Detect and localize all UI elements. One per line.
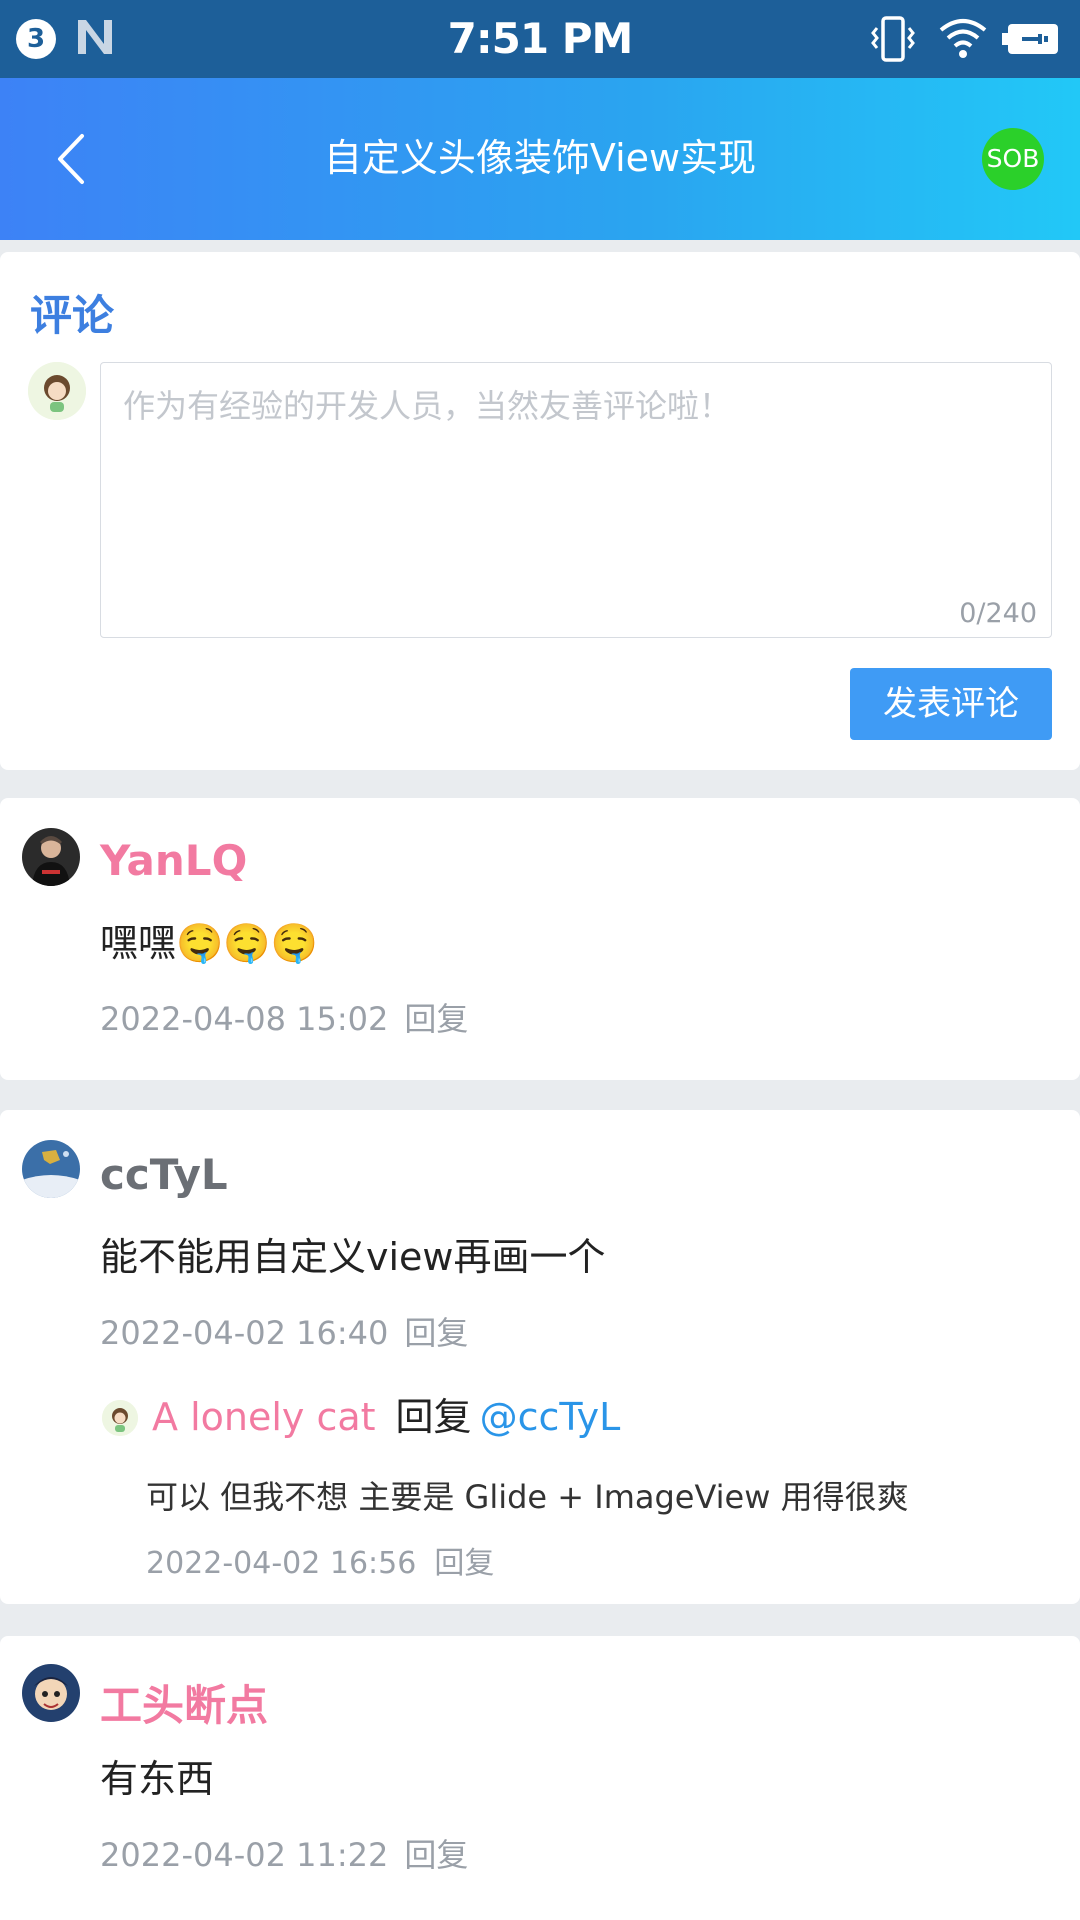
comment-content: 嘿嘿🤤🤤🤤 — [100, 921, 318, 965]
reply-word: 回复 — [395, 1395, 472, 1439]
reply-button[interactable]: 回复 — [404, 1836, 468, 1874]
comment-author[interactable]: 工头断点 — [100, 1672, 268, 1733]
status-time: 7:51 PM — [447, 14, 634, 63]
submit-comment-button[interactable]: 发表评论 — [850, 668, 1052, 740]
reply-content: 可以 但我不想 主要是 Glide + ImageView 用得很爽 — [146, 1478, 909, 1516]
comment-author[interactable]: YanLQ — [100, 836, 247, 885]
reply-target-mention[interactable]: @ccTyL — [480, 1395, 621, 1439]
comment-item: 工头断点 有东西 2022-04-02 11:22 回复 — [0, 1636, 1080, 1920]
comment-time: 2022-04-02 16:40 — [100, 1314, 389, 1352]
page-title: 自定义头像装饰View实现 — [323, 136, 757, 180]
comment-time: 2022-04-08 15:02 — [100, 1000, 389, 1038]
avatar[interactable] — [22, 1664, 80, 1722]
reply-author[interactable]: A lonely cat — [152, 1395, 376, 1439]
comment-box: 0/240 — [100, 362, 1052, 638]
reply-avatar[interactable] — [102, 1400, 138, 1436]
reply-button[interactable]: 回复 — [404, 1314, 468, 1352]
avatar[interactable] — [22, 1140, 80, 1198]
reply-button[interactable]: 回复 — [404, 1000, 468, 1038]
avatar[interactable] — [22, 828, 80, 886]
comment-item: ccTyL 能不能用自定义view再画一个 2022-04-02 16:40 回复… — [0, 1110, 1080, 1604]
status-bar: 3 7:51 PM — [0, 0, 1080, 78]
char-counter: 0/240 — [959, 598, 1037, 629]
reply-header: A lonely cat 回复 @ccTyL — [152, 1386, 620, 1441]
comment-meta: 2022-04-08 15:02 回复 — [100, 994, 468, 1040]
current-user-avatar — [28, 362, 86, 420]
reply-time: 2022-04-02 16:56 — [146, 1546, 417, 1581]
vibrate-icon — [871, 16, 915, 62]
reply-button[interactable]: 回复 — [434, 1546, 494, 1581]
comment-form-card: 评论 0/240 发表评论 — [0, 252, 1080, 770]
comment-content: 能不能用自定义view再画一个 — [100, 1235, 606, 1279]
comment-input[interactable] — [123, 381, 1023, 581]
reply-meta: 2022-04-02 16:56 回复 — [146, 1538, 494, 1582]
battery-charging-icon — [1002, 24, 1058, 54]
comment-meta: 2022-04-02 16:40 回复 — [100, 1308, 468, 1354]
toolbar: 自定义头像装饰View实现 SOB — [0, 78, 1080, 240]
comment-item: YanLQ 嘿嘿🤤🤤🤤 2022-04-08 15:02 回复 — [0, 798, 1080, 1080]
comment-time: 2022-04-02 11:22 — [100, 1836, 389, 1874]
back-arrow-icon[interactable] — [48, 126, 114, 192]
sob-logo[interactable]: SOB — [982, 128, 1044, 190]
comment-content: 有东西 — [100, 1757, 215, 1801]
comment-author[interactable]: ccTyL — [100, 1150, 228, 1199]
comment-section-title: 评论 — [30, 291, 115, 340]
wifi-icon — [939, 19, 987, 58]
comment-meta: 2022-04-02 11:22 回复 — [100, 1830, 468, 1876]
